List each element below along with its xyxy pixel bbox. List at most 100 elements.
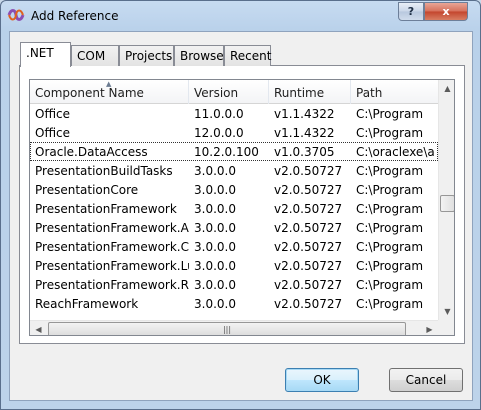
tab-dotnet[interactable]: .NET <box>20 42 71 67</box>
table-row[interactable]: PresentationFramework.Lu... 3.0.0.0 v2.0.5… <box>30 256 438 275</box>
table-row[interactable]: ReachFramework 3.0.0.0 v2.0.50727 C:\Progra… <box>30 294 438 313</box>
path-cell: C:\Program <box>356 297 424 311</box>
version-cell: 11.0.0.0 <box>194 107 244 121</box>
runtime-cell: v1.1.4322 <box>274 107 335 121</box>
runtime-cell: v2.0.50727 <box>274 183 343 197</box>
component-list[interactable]: Component Name ▲ Version Runtime Path Of… <box>29 79 455 336</box>
table-row[interactable]: Office 12.0.0.0 v1.1.4322 C:\Program <box>30 123 438 142</box>
path-cell: C:\Program <box>356 183 424 197</box>
runtime-cell: v2.0.50727 <box>274 278 343 292</box>
list-header: Component Name ▲ Version Runtime Path <box>30 80 438 104</box>
scroll-down-icon[interactable]: ▼ <box>439 303 454 320</box>
component-name-cell: Oracle.DataAccess <box>35 145 148 159</box>
path-cell: C:\Program <box>356 126 424 140</box>
cancel-button-label: Cancel <box>405 373 447 387</box>
component-name-cell: PresentationFramework <box>35 202 177 216</box>
column-label: Runtime <box>274 86 325 100</box>
column-label: Version <box>194 86 239 100</box>
scroll-up-icon[interactable]: ▲ <box>439 80 454 97</box>
component-name-cell: ReachFramework <box>35 297 139 311</box>
dialog-client-area: .NET COM Projects Browse Recent Componen… <box>9 31 473 401</box>
runtime-cell: v1.0.3705 <box>274 145 335 159</box>
version-cell: 3.0.0.0 <box>194 278 236 292</box>
component-name-cell: PresentationFramework.Cl... <box>35 240 189 254</box>
version-cell: 3.0.0.0 <box>194 202 236 216</box>
grip-icon: ||| <box>222 325 232 334</box>
help-icon: ? <box>407 5 415 18</box>
version-cell: 3.0.0.0 <box>194 240 236 254</box>
path-cell: C:\Program <box>356 240 424 254</box>
runtime-cell: v2.0.50727 <box>274 240 343 254</box>
version-cell: 3.0.0.0 <box>194 164 236 178</box>
table-row-selected[interactable]: Oracle.DataAccess 10.2.0.100 v1.0.3705 C:\o… <box>30 142 438 161</box>
scroll-left-icon[interactable]: ◀ <box>30 321 47 335</box>
path-cell: C:\Program <box>356 259 424 273</box>
horizontal-scroll-thumb[interactable]: ||| <box>48 322 406 335</box>
column-header-component-name[interactable]: Component Name ▲ <box>30 80 189 104</box>
table-row[interactable]: PresentationFramework.R... 3.0.0.0 v2.0.50… <box>30 275 438 294</box>
path-cell: C:\Program <box>356 278 424 292</box>
runtime-cell: v1.1.4322 <box>274 126 335 140</box>
window-title: Add Reference <box>31 9 119 23</box>
table-row[interactable]: PresentationFramework 3.0.0.0 v2.0.50727 C:… <box>30 199 438 218</box>
version-cell: 10.2.0.100 <box>194 145 259 159</box>
tab-com[interactable]: COM <box>71 45 119 66</box>
version-cell: 3.0.0.0 <box>194 297 236 311</box>
horizontal-scrollbar[interactable]: ◀ ||| ▶ <box>30 320 438 335</box>
path-cell: C:\oraclexe\a <box>356 145 435 159</box>
scrollbar-corner <box>438 320 454 335</box>
path-cell: C:\Program <box>356 202 424 216</box>
title-bar[interactable]: Add Reference ? x <box>1 1 480 31</box>
component-name-cell: PresentationFramework.A... <box>35 221 189 235</box>
version-cell: 3.0.0.0 <box>194 183 236 197</box>
table-row[interactable]: PresentationCore 3.0.0.0 v2.0.50727 C:\Prog… <box>30 180 438 199</box>
close-icon: x <box>442 5 450 18</box>
tab-label: COM <box>77 49 106 63</box>
column-header-version[interactable]: Version <box>189 80 269 104</box>
close-button[interactable]: x <box>424 2 468 21</box>
tab-label: Browse <box>180 49 224 63</box>
tab-recent[interactable]: Recent <box>224 45 271 66</box>
column-label: Component Name <box>35 86 144 100</box>
ok-button-label: OK <box>313 373 331 387</box>
tab-label: Projects <box>125 49 173 63</box>
component-name-cell: Office <box>35 107 71 121</box>
tab-label: .NET <box>26 46 54 60</box>
component-name-cell: PresentationFramework.R... <box>35 278 189 292</box>
vertical-scroll-thumb[interactable] <box>440 195 454 212</box>
vertical-scrollbar[interactable]: ▲ ▼ <box>438 80 454 320</box>
tab-browse[interactable]: Browse <box>174 45 224 66</box>
version-cell: 3.0.0.0 <box>194 221 236 235</box>
component-name-cell: PresentationCore <box>35 183 139 197</box>
table-row[interactable]: PresentationFramework.A... 3.0.0.0 v2.0.50… <box>30 218 438 237</box>
visual-studio-icon <box>7 9 25 21</box>
tab-label: Recent <box>230 49 272 63</box>
component-name-cell: PresentationFramework.Lu... <box>35 259 189 273</box>
table-row[interactable]: PresentationBuildTasks 3.0.0.0 v2.0.50727 C… <box>30 161 438 180</box>
tab-projects[interactable]: Projects <box>119 45 174 66</box>
table-row[interactable]: Office 11.0.0.0 v1.1.4322 C:\Program <box>30 104 438 123</box>
runtime-cell: v2.0.50727 <box>274 221 343 235</box>
component-name-cell: Office <box>35 126 71 140</box>
runtime-cell: v2.0.50727 <box>274 164 343 178</box>
cancel-button[interactable]: Cancel <box>389 368 463 392</box>
list-body: Office 11.0.0.0 v1.1.4322 C:\Program Office 1… <box>30 104 438 320</box>
runtime-cell: v2.0.50727 <box>274 202 343 216</box>
path-cell: C:\Program <box>356 164 424 178</box>
component-name-cell: PresentationBuildTasks <box>35 164 173 178</box>
ok-button[interactable]: OK <box>285 368 359 392</box>
help-button[interactable]: ? <box>398 2 424 21</box>
runtime-cell: v2.0.50727 <box>274 259 343 273</box>
path-cell: C:\Program <box>356 107 424 121</box>
scroll-right-icon[interactable]: ▶ <box>421 321 438 335</box>
column-header-path[interactable]: Path <box>351 80 438 104</box>
add-reference-dialog: Add Reference ? x .NET COM Projects Brow… <box>0 0 481 410</box>
version-cell: 12.0.0.0 <box>194 126 244 140</box>
version-cell: 3.0.0.0 <box>194 259 236 273</box>
sort-ascending-icon: ▲ <box>106 80 112 88</box>
table-row[interactable]: PresentationFramework.Cl... 3.0.0.0 v2.0.5… <box>30 237 438 256</box>
runtime-cell: v2.0.50727 <box>274 297 343 311</box>
column-label: Path <box>356 86 383 100</box>
column-header-runtime[interactable]: Runtime <box>269 80 351 104</box>
path-cell: C:\Program <box>356 221 424 235</box>
